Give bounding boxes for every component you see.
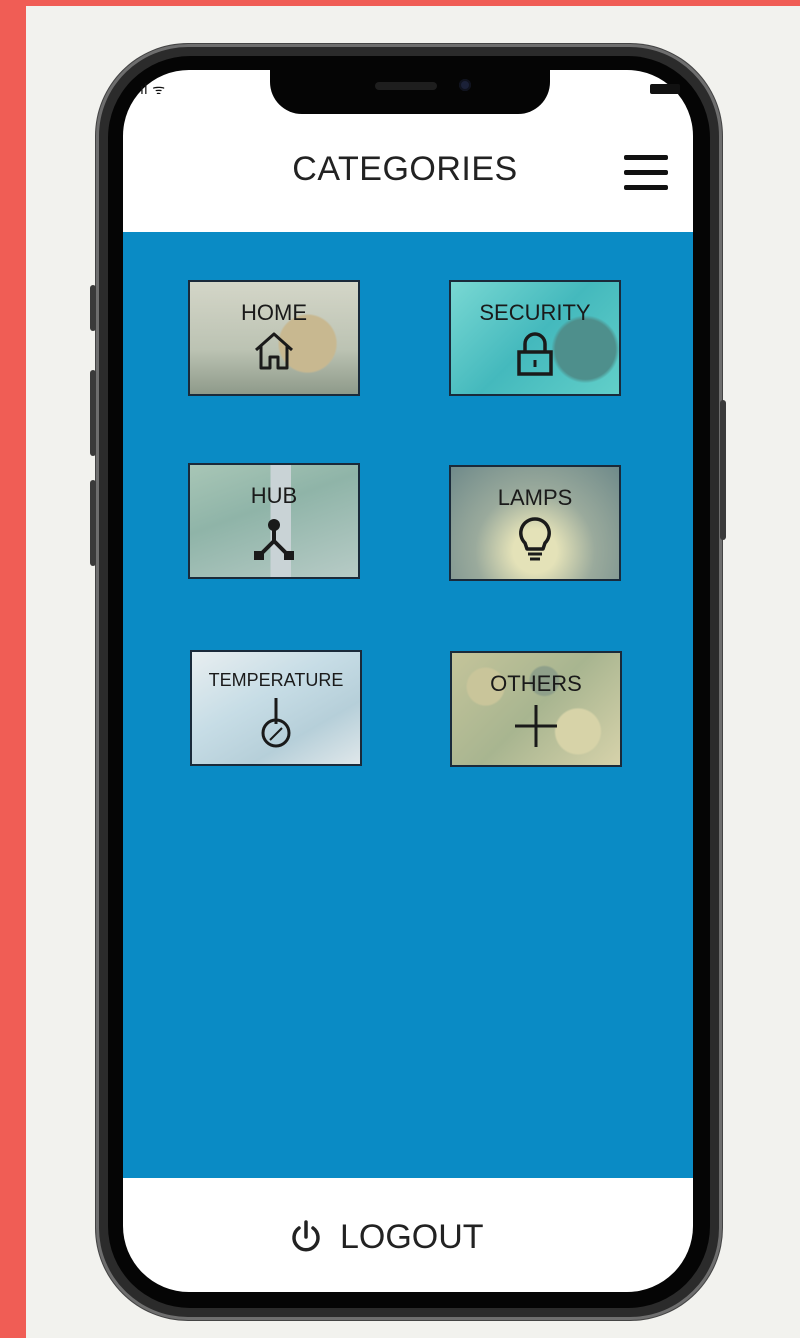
- category-label: HOME: [241, 300, 307, 325]
- hamburger-icon: [624, 155, 668, 160]
- category-label: HUB: [250, 483, 298, 508]
- category-label: TEMPERATURE: [208, 670, 344, 690]
- notch: [270, 66, 550, 114]
- category-tile-home[interactable]: HOME: [188, 280, 360, 396]
- battery-icon: [650, 84, 680, 94]
- category-tile-security[interactable]: SECURITY: [449, 280, 621, 396]
- plus-icon: [515, 705, 557, 747]
- category-label: LAMPS: [497, 485, 573, 510]
- category-tile-hub[interactable]: HUB: [188, 463, 360, 579]
- house-icon: [255, 332, 293, 370]
- volume-up-button: [90, 370, 96, 456]
- page-title: CATEGORIES: [292, 150, 518, 188]
- category-tile-lamps[interactable]: LAMPS: [449, 465, 621, 581]
- power-icon: [292, 1220, 320, 1252]
- logout-label: LOGOUT: [340, 1217, 484, 1256]
- category-label: SECURITY: [479, 300, 591, 325]
- logout-button[interactable]: LOGOUT: [290, 1212, 530, 1262]
- network-hub-icon: [254, 519, 294, 560]
- thermometer-icon: [261, 698, 291, 748]
- signal-wifi-icon: ıl ᯤ: [140, 82, 166, 98]
- category-tile-others[interactable]: OTHERS: [450, 651, 622, 767]
- volume-down-button: [90, 480, 96, 566]
- lightbulb-icon: [519, 517, 551, 561]
- front-camera: [459, 79, 471, 91]
- hamburger-menu-button[interactable]: [620, 153, 670, 193]
- category-label: OTHERS: [490, 671, 582, 696]
- decorative-frame-top: [0, 0, 800, 6]
- speaker-grille: [375, 82, 437, 90]
- padlock-icon: [517, 332, 553, 376]
- decorative-frame-left: [0, 0, 26, 1338]
- category-tile-temperature[interactable]: TEMPERATURE: [190, 650, 362, 766]
- power-side-button: [720, 400, 726, 540]
- mute-switch: [90, 285, 96, 331]
